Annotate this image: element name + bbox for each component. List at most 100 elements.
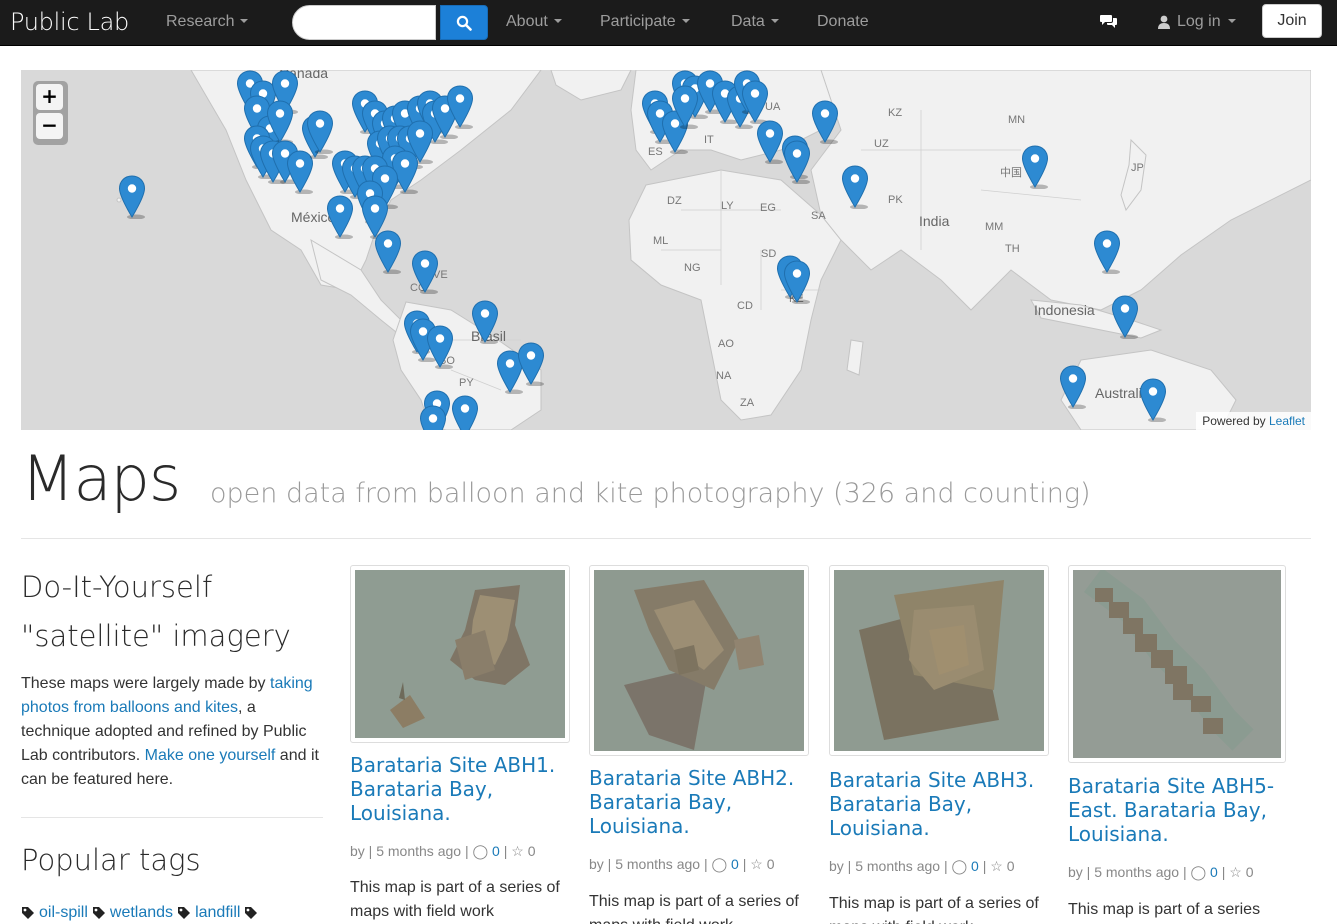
brand-logo[interactable]: Public Lab	[10, 8, 129, 36]
map-card-meta: by | 5 months ago | ◯ 0 | ☆ 0	[350, 843, 536, 859]
login-label: Log in	[1177, 13, 1221, 30]
card-time: 5 months ago	[855, 858, 941, 874]
nav-data-label: Data	[731, 13, 765, 30]
map-label: UZ	[874, 138, 889, 150]
map-marker[interactable]	[306, 110, 334, 155]
comment-count[interactable]: 0	[971, 858, 979, 874]
map-card-title[interactable]: Barataria Site ABH1. Barataria Bay, Loui…	[350, 753, 580, 825]
search-input[interactable]	[292, 5, 436, 40]
search-button[interactable]	[440, 5, 488, 40]
map-marker[interactable]	[841, 165, 869, 210]
map-thumbnail[interactable]	[1068, 565, 1286, 763]
map-marker[interactable]	[811, 100, 839, 145]
map-marker[interactable]	[1021, 145, 1049, 190]
map-marker[interactable]	[411, 250, 439, 295]
map-marker[interactable]	[118, 175, 146, 220]
map-label: SD	[761, 248, 777, 260]
diy-title: Do-It-Yourself "satellite" imagery	[21, 570, 291, 653]
make-one-link[interactable]: Make one yourself	[145, 747, 276, 764]
sidebar-divider	[21, 817, 323, 818]
divider	[21, 538, 1311, 539]
map-marker[interactable]	[471, 300, 499, 345]
map-label: NG	[684, 262, 701, 274]
attribution-prefix: Powered by	[1202, 414, 1266, 428]
nav-about[interactable]: About	[506, 13, 562, 31]
card-time: 5 months ago	[376, 843, 462, 859]
map-thumbnail-image	[594, 570, 804, 751]
star-count: 0	[527, 843, 536, 859]
tag-item[interactable]	[244, 906, 258, 920]
map-label: AO	[718, 338, 734, 350]
map-marker[interactable]	[1111, 295, 1139, 340]
search-icon	[456, 15, 472, 31]
tag-list: oil-spill wetlands landfill	[21, 904, 258, 922]
map-card-meta: by | 5 months ago | ◯ 0 | ☆ 0	[589, 856, 775, 872]
map-marker[interactable]	[1059, 365, 1087, 410]
comment-count[interactable]: 0	[731, 856, 739, 872]
zoom-out-button[interactable]: −	[36, 113, 63, 139]
map-marker[interactable]	[451, 395, 479, 430]
nav-participate[interactable]: Participate	[600, 13, 690, 31]
join-button[interactable]: Join	[1262, 4, 1322, 38]
comment-icon: ◯	[1190, 864, 1207, 880]
map-marker[interactable]	[1139, 378, 1167, 423]
map-label: PK	[888, 194, 903, 206]
caret-down-icon	[770, 18, 779, 23]
map-marker[interactable]	[741, 80, 769, 125]
map-marker[interactable]	[783, 140, 811, 185]
map-label: India	[919, 213, 950, 229]
tag-item[interactable]: wetlands	[92, 904, 173, 922]
tag-label: oil-spill	[39, 904, 88, 921]
map-label: PY	[459, 377, 474, 389]
star-icon: ☆	[750, 856, 763, 872]
nav-donate[interactable]: Donate	[817, 13, 869, 31]
comment-icon: ◯	[472, 843, 489, 859]
map-label: DZ	[667, 195, 682, 207]
card-by: by	[1068, 864, 1083, 880]
map-thumbnail[interactable]	[829, 565, 1049, 756]
map-marker[interactable]	[374, 230, 402, 275]
map-card-description: This map is part of a series of maps wit…	[829, 895, 1039, 924]
map-thumbnail[interactable]	[589, 565, 809, 756]
map-thumbnail-image	[355, 570, 565, 738]
tag-item[interactable]: landfill	[177, 904, 240, 922]
map-attribution: Powered by Leaflet	[1196, 412, 1311, 430]
page-title: Maps	[21, 442, 181, 515]
card-time: 5 months ago	[615, 856, 701, 872]
map-card-meta: by | 5 months ago | ◯ 0 | ☆ 0	[1068, 864, 1254, 880]
map-marker[interactable]	[517, 342, 545, 387]
map-card-title[interactable]: Barataria Site ABH5-East. Barataria Bay,…	[1068, 774, 1298, 846]
map-thumbnail[interactable]	[350, 565, 570, 743]
card-by: by	[350, 843, 365, 859]
nav-participate-label: Participate	[600, 13, 676, 30]
tag-item[interactable]: oil-spill	[21, 904, 88, 922]
map-card-title[interactable]: Barataria Site ABH2. Barataria Bay, Loui…	[589, 766, 819, 838]
top-navbar: Public Lab Research About Participate Da…	[0, 0, 1337, 46]
leaflet-link[interactable]: Leaflet	[1269, 414, 1305, 428]
tag-icon	[245, 907, 258, 919]
diy-description: These maps were largely made by taking p…	[21, 672, 321, 792]
comment-count[interactable]: 0	[492, 843, 500, 859]
map-marker[interactable]	[426, 325, 454, 370]
map-marker[interactable]	[419, 405, 447, 430]
map-marker[interactable]	[783, 260, 811, 305]
star-icon: ☆	[511, 843, 524, 859]
map-label: TH	[1005, 243, 1020, 255]
chat-icon[interactable]	[1100, 13, 1118, 33]
map-label: ML	[653, 235, 669, 247]
page-subtitle: open data from balloon and kite photogra…	[210, 478, 1091, 509]
nav-donate-label: Donate	[817, 13, 869, 30]
map-card-description: This map is part of a series of maps wit…	[350, 879, 560, 920]
nav-research[interactable]: Research	[166, 13, 249, 31]
login-menu[interactable]: Log in	[1158, 13, 1236, 31]
map-card-title[interactable]: Barataria Site ABH3. Barataria Bay, Loui…	[829, 768, 1059, 840]
nav-data[interactable]: Data	[731, 13, 779, 31]
zoom-in-button[interactable]: +	[36, 84, 63, 110]
comment-count[interactable]: 0	[1210, 864, 1218, 880]
world-map[interactable]: Canada México VE CO Brasil BO PY DZ LY E…	[21, 70, 1311, 430]
map-marker[interactable]	[756, 120, 784, 165]
map-marker[interactable]	[671, 85, 699, 130]
map-marker[interactable]	[446, 85, 474, 130]
map-marker[interactable]	[1093, 230, 1121, 275]
map-marker[interactable]	[326, 195, 354, 240]
